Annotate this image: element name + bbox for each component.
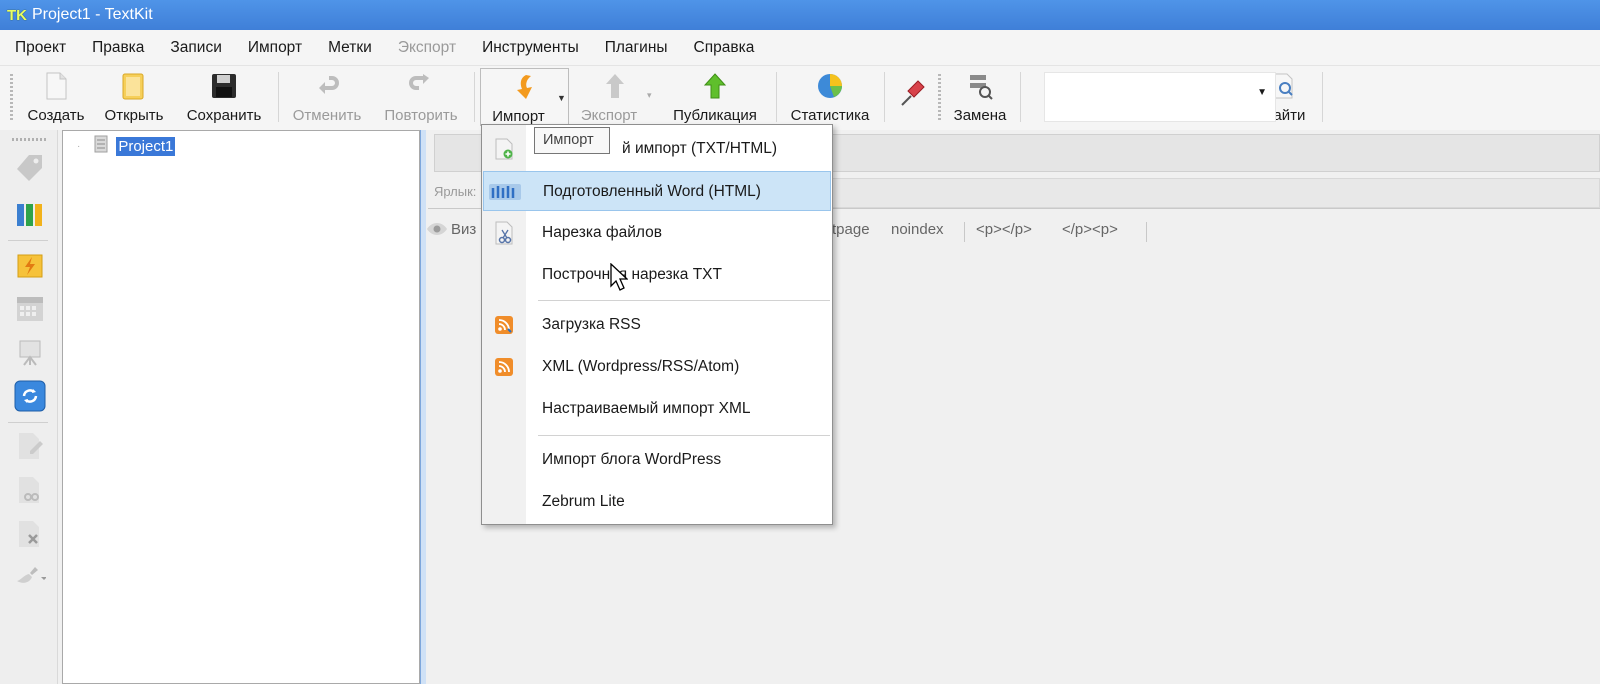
floppy-disk-icon bbox=[209, 71, 239, 101]
edit-document-icon[interactable] bbox=[14, 430, 46, 462]
textkit-window: TK Project1 - TextKit Проект Правка Запи… bbox=[0, 0, 1600, 684]
toolbar-separator bbox=[278, 72, 279, 122]
panel-splitter[interactable] bbox=[420, 130, 426, 684]
chevron-down-icon[interactable]: ▼ bbox=[557, 93, 566, 103]
toolbar-separator bbox=[776, 72, 777, 122]
import-dropdown-menu: й импорт (TXT/HTML) Подготовленный Word … bbox=[481, 124, 833, 525]
menu-edit[interactable]: Правка bbox=[79, 30, 157, 66]
books-icon[interactable] bbox=[14, 198, 46, 230]
redo-icon bbox=[406, 71, 436, 101]
menu-tags[interactable]: Метки bbox=[315, 30, 385, 66]
window-title: Project1 - TextKit bbox=[32, 6, 153, 23]
tag-button-noindex[interactable]: noindex bbox=[891, 221, 944, 238]
rss-download-icon bbox=[493, 314, 515, 336]
title-bar: TK Project1 - TextKit bbox=[0, 0, 1600, 30]
tag-button-tpage[interactable]: tpage bbox=[832, 221, 870, 238]
main-toolbar: Создать Открыть Сохранить Отменить Повто… bbox=[0, 66, 1600, 130]
chevron-down-icon[interactable]: ▼ bbox=[1257, 87, 1267, 98]
brush-dropdown-icon[interactable] bbox=[14, 560, 46, 592]
word-html-icon bbox=[488, 181, 522, 203]
sync-icon[interactable] bbox=[14, 380, 46, 412]
menu-export[interactable]: Экспорт bbox=[385, 30, 469, 66]
undo-icon bbox=[312, 71, 342, 101]
menu-item-prepared-word[interactable]: Подготовленный Word (HTML) bbox=[483, 171, 831, 211]
menu-import[interactable]: Импорт bbox=[235, 30, 315, 66]
new-document-icon bbox=[41, 71, 71, 101]
lightning-note-icon[interactable] bbox=[14, 250, 46, 282]
menu-item-file-slicing[interactable]: Нарезка файлов bbox=[483, 213, 831, 253]
mouse-cursor-icon bbox=[610, 262, 629, 295]
tree-expander[interactable]: · bbox=[77, 141, 80, 152]
project-tree[interactable]: · Project1 bbox=[62, 130, 420, 684]
strip-grip[interactable] bbox=[12, 138, 46, 141]
create-button[interactable]: Создать bbox=[22, 68, 90, 126]
save-button[interactable]: Сохранить bbox=[180, 68, 268, 126]
menu-item-wordpress-blog[interactable]: Импорт блога WordPress bbox=[483, 440, 831, 480]
pie-chart-icon bbox=[815, 71, 845, 101]
document-add-icon bbox=[493, 138, 515, 160]
pin-button[interactable] bbox=[892, 68, 932, 126]
tag-button-paragraph-break[interactable]: </p><p> bbox=[1062, 221, 1118, 238]
menu-item-custom-xml[interactable]: Настраиваемый импорт XML bbox=[483, 389, 831, 429]
export-arrow-icon bbox=[600, 71, 630, 101]
menu-project[interactable]: Проект bbox=[2, 30, 79, 66]
left-tool-strip bbox=[0, 130, 58, 684]
rss-icon bbox=[493, 356, 515, 378]
app-logo-icon: TK bbox=[7, 6, 27, 24]
replace-button[interactable]: Замена bbox=[946, 68, 1014, 126]
menu-item-xml-wordpress[interactable]: XML (Wordpress/RSS/Atom) bbox=[483, 347, 831, 387]
replace-icon bbox=[965, 71, 995, 101]
tree-node-project[interactable]: · Project1 bbox=[77, 135, 177, 157]
import-arrow-icon bbox=[510, 72, 540, 102]
publish-button[interactable]: Публикация bbox=[664, 68, 766, 126]
import-button[interactable]: Импорт ▼ bbox=[480, 68, 569, 126]
toolbar-separator bbox=[884, 72, 885, 122]
visual-tab[interactable]: Виз bbox=[451, 221, 476, 238]
menu-item-line-slicing[interactable]: Построчная нарезка TXT bbox=[483, 255, 831, 295]
tag-button-paragraph[interactable]: <p></p> bbox=[976, 221, 1032, 238]
menu-item-rss-load[interactable]: Загрузка RSS bbox=[483, 305, 831, 345]
toolbar-grip[interactable] bbox=[10, 74, 13, 122]
scissors-document-icon bbox=[493, 221, 515, 245]
presentation-board-icon[interactable] bbox=[14, 336, 46, 368]
menu-tools[interactable]: Инструменты bbox=[469, 30, 592, 66]
chevron-down-icon[interactable]: ▾ bbox=[647, 90, 652, 101]
menu-bar: Проект Правка Записи Импорт Метки Экспор… bbox=[0, 30, 1600, 66]
publish-up-arrow-icon bbox=[700, 71, 730, 101]
export-button[interactable]: Экспорт ▾ bbox=[572, 68, 658, 126]
project-node-icon bbox=[92, 135, 110, 157]
cut-document-icon[interactable] bbox=[14, 474, 46, 506]
tree-node-label[interactable]: Project1 bbox=[115, 135, 177, 157]
menu-item-zebrum-lite[interactable]: Zebrum Lite bbox=[483, 482, 831, 522]
toolbar-separator bbox=[1322, 72, 1323, 122]
tag-icon[interactable] bbox=[14, 152, 46, 184]
delete-document-icon[interactable] bbox=[14, 518, 46, 550]
calendar-icon[interactable] bbox=[14, 292, 46, 324]
undo-button[interactable]: Отменить bbox=[286, 68, 368, 126]
menu-help[interactable]: Справка bbox=[681, 30, 768, 66]
toolbar-grip[interactable] bbox=[938, 74, 941, 122]
menu-records[interactable]: Записи bbox=[157, 30, 234, 66]
import-tooltip: Импорт bbox=[534, 127, 610, 154]
open-button[interactable]: Открыть bbox=[98, 68, 170, 126]
eye-icon[interactable] bbox=[426, 220, 448, 242]
toolbar-separator bbox=[1020, 72, 1021, 122]
statistics-button[interactable]: Статистика bbox=[782, 68, 878, 126]
search-combobox[interactable]: ▼ bbox=[1044, 72, 1276, 122]
pushpin-icon bbox=[897, 78, 927, 108]
toolbar-separator bbox=[474, 72, 475, 122]
label-field-caption: Ярлык: bbox=[434, 184, 477, 199]
menu-plugins[interactable]: Плагины bbox=[592, 30, 681, 66]
redo-button[interactable]: Повторить bbox=[376, 68, 466, 126]
folder-icon bbox=[119, 71, 149, 101]
